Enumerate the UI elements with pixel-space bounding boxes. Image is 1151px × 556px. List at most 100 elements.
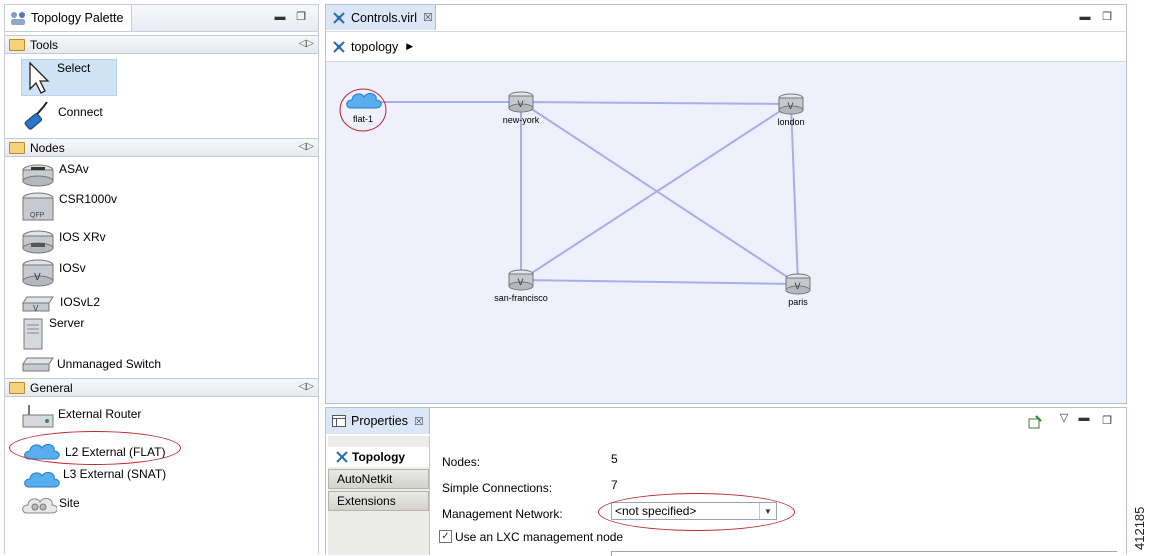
chevron-right-icon[interactable]: ▶ — [406, 41, 413, 52]
node-iosv-label: IOSv — [59, 261, 86, 275]
connections-label: Simple Connections: — [442, 481, 553, 495]
links-layer — [363, 101, 799, 285]
firewall-icon — [22, 164, 54, 187]
tools-header-label: Tools — [30, 37, 59, 52]
nodes-header-label: Nodes — [30, 140, 65, 155]
collapse-icon[interactable]: ◁▷ — [299, 38, 314, 49]
general-site[interactable]: Site — [21, 493, 80, 519]
topology-canvas[interactable]: flat-1Vnew-yorkVlondonVsan-franciscoVpar… — [326, 62, 1126, 403]
folder-icon — [9, 141, 25, 154]
general-l3-external-snat[interactable]: L3 External (SNAT) — [23, 467, 166, 491]
link-new-york-paris[interactable] — [520, 101, 799, 285]
link-san-francisco-paris[interactable] — [520, 279, 799, 285]
general-l2-external-flat[interactable]: L2 External (FLAT) — [23, 439, 165, 463]
palette-titlebar: Topology Palette ▬ ❐ — [5, 5, 318, 32]
side-tab-topology[interactable]: Topology — [328, 447, 429, 467]
chevron-down-icon[interactable]: ▼ — [759, 503, 776, 519]
server-icon — [23, 318, 43, 350]
node-new-york[interactable]: Vnew-york — [503, 91, 540, 125]
cloud-icon — [24, 443, 60, 460]
topology-palette-panel: Topology Palette ▬ ❐ Tools ◁▷ Select Con… — [4, 4, 319, 554]
management-network-select[interactable]: <not specified> ▼ — [611, 502, 777, 520]
palette-icon — [11, 12, 25, 25]
general-header-label: General — [30, 380, 73, 395]
properties-panel: Properties ☒ ▽ ▬ ❐ Topology AutoNetkit E… — [325, 407, 1127, 556]
figure-id: 412185 — [1132, 507, 1147, 550]
lxc-checkbox[interactable]: ✓ — [439, 530, 452, 543]
breadcrumb-label[interactable]: topology — [351, 40, 398, 54]
collapse-icon[interactable]: ◁▷ — [299, 381, 314, 392]
management-network-label: Management Network: — [442, 507, 563, 521]
topology-icon — [333, 40, 345, 53]
node-paris[interactable]: Vparis — [785, 273, 811, 307]
node-label-london: london — [777, 117, 804, 127]
node-asav-label: ASAv — [59, 162, 89, 176]
palette-title: Topology Palette — [31, 11, 124, 25]
editor-titlebar: Controls.virl ☒ ▬ ❐ — [326, 5, 1126, 32]
side-tab-autonetkit-label: AutoNetkit — [337, 472, 393, 486]
general-drawer-header[interactable]: General ◁▷ — [5, 378, 318, 397]
svg-text:V: V — [34, 272, 41, 283]
node-flat-1[interactable]: flat-1 — [339, 88, 387, 132]
general-external-router-label: External Router — [58, 407, 142, 421]
maximize-button[interactable]: ❐ — [1100, 414, 1114, 428]
minimize-button[interactable]: ▬ — [273, 10, 287, 24]
node-asav[interactable]: ASAv — [21, 162, 89, 187]
close-icon[interactable]: ☒ — [414, 415, 424, 428]
connections-value: 7 — [611, 478, 618, 492]
node-iosxrv[interactable]: IOS XRv — [21, 229, 106, 255]
nodes-layer: flat-1Vnew-yorkVlondonVsan-franciscoVpar… — [339, 88, 811, 307]
cable-plug-icon — [24, 101, 48, 130]
figure-id-text: 412185 — [1132, 507, 1147, 550]
side-tab-extensions[interactable]: Extensions — [328, 491, 429, 511]
topology-icon — [336, 451, 348, 463]
nodes-drawer-header[interactable]: Nodes ◁▷ — [5, 138, 318, 157]
node-csr1000v-label: CSR1000v — [59, 192, 118, 206]
properties-icon — [332, 415, 346, 427]
node-server[interactable]: Server — [21, 316, 85, 353]
node-iosxrv-label: IOS XRv — [59, 230, 106, 244]
tool-select[interactable]: Select — [25, 61, 90, 95]
node-san-francisco[interactable]: Vsan-francisco — [494, 269, 548, 303]
node-csr1000v[interactable]: QFP CSR1000v — [21, 191, 117, 225]
maximize-button[interactable]: ❐ — [294, 10, 308, 24]
external-router-icon — [22, 405, 54, 428]
collapse-icon[interactable]: ◁▷ — [299, 141, 314, 152]
node-label-san-francisco: san-francisco — [494, 293, 548, 303]
node-server-label: Server — [49, 316, 85, 330]
side-tab-autonetkit[interactable]: AutoNetkit — [328, 469, 429, 489]
node-london[interactable]: Vlondon — [777, 93, 805, 127]
link-london-paris[interactable] — [790, 103, 799, 285]
node-label-paris: paris — [788, 297, 808, 307]
tool-connect-label: Connect — [58, 105, 103, 119]
cloud-icon — [346, 92, 382, 109]
svg-text:V: V — [33, 304, 39, 313]
editor-tab[interactable]: Controls.virl ☒ — [326, 5, 436, 30]
router-icon: V — [22, 259, 54, 287]
site-icon — [22, 497, 57, 514]
node-unmanaged-switch[interactable]: Unmanaged Switch — [21, 355, 161, 375]
unmanaged-switch-icon — [22, 357, 54, 372]
palette-tab[interactable]: Topology Palette — [5, 5, 133, 31]
tools-drawer-header[interactable]: Tools ◁▷ — [5, 35, 318, 54]
maximize-button[interactable]: ❐ — [1100, 10, 1114, 24]
general-external-router[interactable]: External Router — [21, 403, 141, 431]
nodes-value: 5 — [611, 452, 618, 466]
node-iosvl2[interactable]: V IOSvL2 — [21, 293, 100, 315]
properties-tab[interactable]: Properties ☒ — [326, 408, 430, 434]
lxc-label: Use an LXC management node — [455, 530, 624, 544]
router-icon: V — [788, 101, 794, 111]
link-new-york-london[interactable] — [520, 101, 792, 105]
view-menu-icon[interactable]: ▽ — [1057, 411, 1071, 425]
cloud-icon — [24, 471, 60, 488]
svg-text:QFP: QFP — [30, 212, 45, 219]
minimize-button[interactable]: ▬ — [1078, 10, 1092, 24]
pin-icon[interactable] — [1028, 415, 1042, 429]
minimize-button[interactable]: ▬ — [1077, 411, 1091, 425]
folder-icon — [9, 381, 25, 394]
switch-icon: V — [22, 296, 54, 313]
close-icon[interactable]: ☒ — [423, 11, 433, 24]
editor-tab-title: Controls.virl — [351, 10, 417, 25]
tool-connect[interactable]: Connect — [21, 99, 103, 133]
node-iosv[interactable]: V IOSv — [21, 258, 86, 288]
